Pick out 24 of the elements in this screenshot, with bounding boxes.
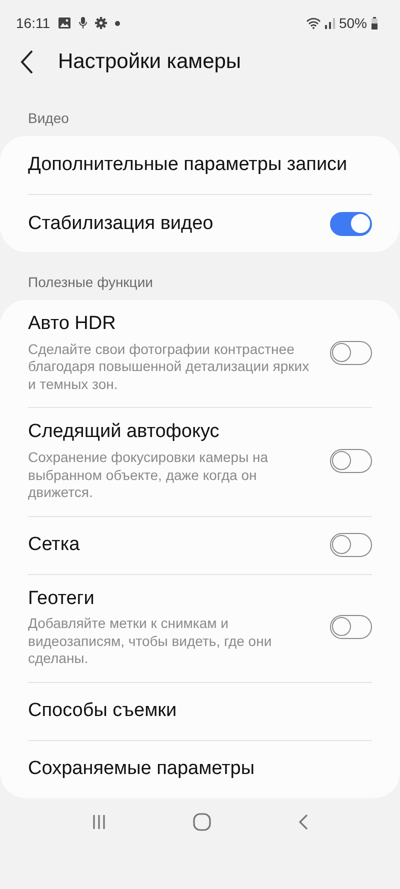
setting-title: Авто HDR [28,312,117,336]
section-header: Полезные функции [27,273,154,292]
battery-percent: 50% [338,14,367,32]
clock-time: 16:11 [16,14,50,32]
setting-title: Стабилизация видео [28,212,214,236]
setting-title: Геотеги [28,586,96,610]
setting-description: Сделайте свои фотографии контрастнее благодаря повышенной детализации ярких и темных зон. [28,340,310,394]
settings-row[interactable]: Следящий автофокус Сохранение фокусировки камеры на выбранном объекте, даже когда он движется. [28,407,372,516]
settings-row[interactable]: Стабилизация видео [28,194,372,252]
setting-title: Следящий автофокус [28,420,220,444]
setting-description: Добавляйте метки к снимкам и видеозаписям, чтобы видеть, где они сделаны. [28,615,273,668]
setting-title: Сетка [28,533,81,557]
settings-row[interactable]: Сохраняемые параметры [28,740,372,798]
settings-row[interactable]: Способы съемки [28,682,372,740]
settings-row[interactable]: Сетка [28,516,372,574]
settings-row[interactable]: Авто HDR Сделайте свои фотографии контрастнее благодаря повышенной детализации ярких и темных зон. [28,300,372,408]
setting-description: Сохранение фокусировки камеры на выбранном объекте, даже когда он движется. [28,449,270,502]
setting-title: Сохраняемые параметры [28,757,256,782]
page-title: Настройки камеры [58,49,242,76]
settings-row[interactable]: Геотеги Добавляйте метки к снимкам и видеозаписям, чтобы видеть, где они сделаны. [28,574,372,682]
setting-title: Способы съемки [28,699,178,724]
setting-title: Дополнительные параметры записи [28,153,348,177]
settings-row[interactable]: Дополнительные параметры записи [28,136,372,194]
section-header: Видео [27,109,70,128]
